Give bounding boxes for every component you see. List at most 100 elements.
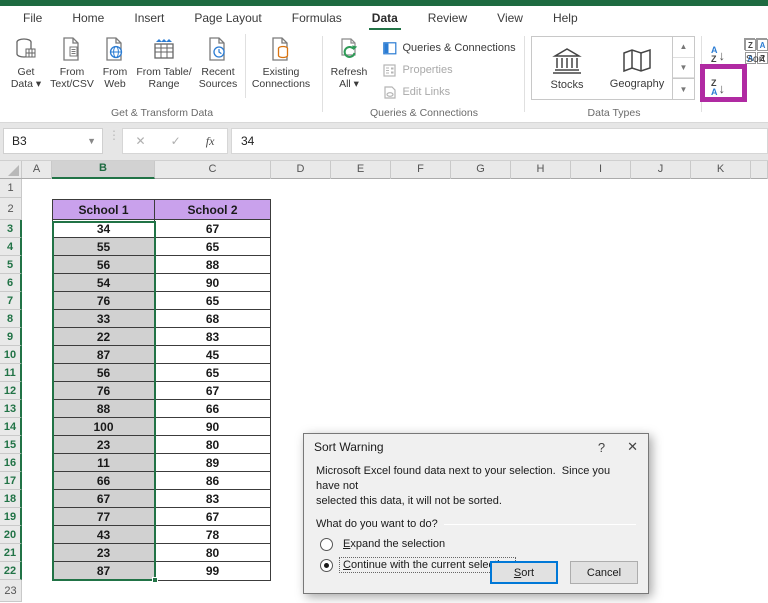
gallery-down-icon[interactable]: ▼: [673, 58, 694, 79]
name-box-dropdown-icon[interactable]: ▼: [87, 136, 96, 146]
enter-icon[interactable]: ✓: [171, 134, 181, 148]
tab-data[interactable]: Data: [357, 7, 413, 31]
recent-sources-button[interactable]: Recent Sources: [194, 30, 242, 100]
tab-page-layout[interactable]: Page Layout: [179, 7, 276, 30]
cell-B11[interactable]: 56: [53, 364, 155, 382]
column-header-b[interactable]: B: [52, 161, 155, 179]
stocks-button[interactable]: Stocks: [532, 37, 602, 99]
cell-B3[interactable]: 34: [53, 220, 155, 238]
row-header-23[interactable]: 23: [0, 580, 22, 602]
queries-connections-button[interactable]: Queries & Connections: [382, 38, 516, 58]
cell-C15[interactable]: 80: [155, 436, 270, 454]
cell-C8[interactable]: 68: [155, 310, 270, 328]
radio-option-expand-the-selection[interactable]: Expand the selection: [320, 537, 648, 551]
cell-C12[interactable]: 67: [155, 382, 270, 400]
from-table/-range-button[interactable]: From Table/ Range: [134, 30, 194, 100]
cell-B15[interactable]: 23: [53, 436, 155, 454]
table-header-cell[interactable]: School 1: [53, 200, 155, 220]
cell-C20[interactable]: 78: [155, 526, 270, 544]
tab-home[interactable]: Home: [57, 7, 119, 30]
column-header-j[interactable]: J: [631, 161, 691, 179]
cell-B18[interactable]: 67: [53, 490, 155, 508]
cell-B12[interactable]: 76: [53, 382, 155, 400]
column-header-k[interactable]: K: [691, 161, 751, 179]
sort-ascending-button[interactable]: A Z ↓: [711, 40, 725, 64]
cell-B7[interactable]: 76: [53, 292, 155, 310]
name-box[interactable]: B3 ▼: [3, 128, 103, 154]
row-header-17[interactable]: 17: [0, 472, 22, 490]
row-header-2[interactable]: 2: [0, 198, 22, 220]
refresh-all-button[interactable]: Refresh All ▾: [326, 30, 372, 100]
cell-C3[interactable]: 67: [155, 220, 270, 238]
cell-B22[interactable]: 87: [53, 562, 155, 580]
cell-B17[interactable]: 66: [53, 472, 155, 490]
cancel-button[interactable]: Cancel: [570, 561, 638, 584]
dialog-help-icon[interactable]: ?: [598, 440, 605, 455]
cell-C14[interactable]: 90: [155, 418, 270, 436]
cell-B4[interactable]: 55: [53, 238, 155, 256]
radio-button[interactable]: [320, 537, 333, 551]
formula-input[interactable]: 34: [231, 128, 768, 154]
cell-B10[interactable]: 87: [53, 346, 155, 364]
cell-C13[interactable]: 66: [155, 400, 270, 418]
row-header-11[interactable]: 11: [0, 364, 22, 382]
column-header-partial[interactable]: [751, 161, 768, 179]
cell-B5[interactable]: 56: [53, 256, 155, 274]
cell-B14[interactable]: 100: [53, 418, 155, 436]
cell-C16[interactable]: 89: [155, 454, 270, 472]
tab-insert[interactable]: Insert: [119, 7, 179, 30]
tab-file[interactable]: File: [8, 7, 57, 30]
cell-B16[interactable]: 11: [53, 454, 155, 472]
radio-button-selected[interactable]: [320, 558, 333, 572]
column-header-e[interactable]: E: [331, 161, 391, 179]
row-header-5[interactable]: 5: [0, 256, 22, 274]
row-header-18[interactable]: 18: [0, 490, 22, 508]
row-header-22[interactable]: 22: [0, 562, 22, 580]
row-header-1[interactable]: 1: [0, 179, 22, 198]
from-web-button[interactable]: From Web: [96, 30, 134, 100]
existing-connections-button[interactable]: Existing Connections: [249, 30, 313, 100]
cell-C4[interactable]: 65: [155, 238, 270, 256]
tab-formulas[interactable]: Formulas: [277, 7, 357, 30]
row-header-6[interactable]: 6: [0, 274, 22, 292]
cell-B13[interactable]: 88: [53, 400, 155, 418]
cell-C10[interactable]: 45: [155, 346, 270, 364]
row-header-9[interactable]: 9: [0, 328, 22, 346]
cell-B9[interactable]: 22: [53, 328, 155, 346]
row-header-10[interactable]: 10: [0, 346, 22, 364]
cell-B20[interactable]: 43: [53, 526, 155, 544]
dialog-close-icon[interactable]: ✕: [627, 439, 638, 455]
cell-B21[interactable]: 23: [53, 544, 155, 562]
insert-function-icon[interactable]: fx: [206, 134, 215, 149]
cancel-icon[interactable]: ✕: [136, 134, 146, 148]
cell-C7[interactable]: 65: [155, 292, 270, 310]
row-header-21[interactable]: 21: [0, 544, 22, 562]
cell-B6[interactable]: 54: [53, 274, 155, 292]
cell-C9[interactable]: 83: [155, 328, 270, 346]
column-header-h[interactable]: H: [511, 161, 571, 179]
row-header-8[interactable]: 8: [0, 310, 22, 328]
column-header-f[interactable]: F: [391, 161, 451, 179]
row-header-16[interactable]: 16: [0, 454, 22, 472]
column-header-c[interactable]: C: [155, 161, 271, 179]
cell-B19[interactable]: 77: [53, 508, 155, 526]
cell-C18[interactable]: 83: [155, 490, 270, 508]
tab-view[interactable]: View: [482, 7, 538, 30]
cell-C17[interactable]: 86: [155, 472, 270, 490]
cell-C6[interactable]: 90: [155, 274, 270, 292]
cell-C21[interactable]: 80: [155, 544, 270, 562]
column-header-g[interactable]: G: [451, 161, 511, 179]
gallery-up-icon[interactable]: ▲: [673, 37, 694, 58]
row-header-20[interactable]: 20: [0, 526, 22, 544]
row-header-15[interactable]: 15: [0, 436, 22, 454]
tab-help[interactable]: Help: [538, 7, 593, 30]
cell-C5[interactable]: 88: [155, 256, 270, 274]
column-header-i[interactable]: I: [571, 161, 631, 179]
row-header-12[interactable]: 12: [0, 382, 22, 400]
column-header-d[interactable]: D: [271, 161, 331, 179]
column-header-a[interactable]: A: [22, 161, 52, 179]
row-header-4[interactable]: 4: [0, 238, 22, 256]
gallery-more-icon[interactable]: ▼: [673, 78, 694, 99]
row-header-13[interactable]: 13: [0, 400, 22, 418]
cell-C11[interactable]: 65: [155, 364, 270, 382]
